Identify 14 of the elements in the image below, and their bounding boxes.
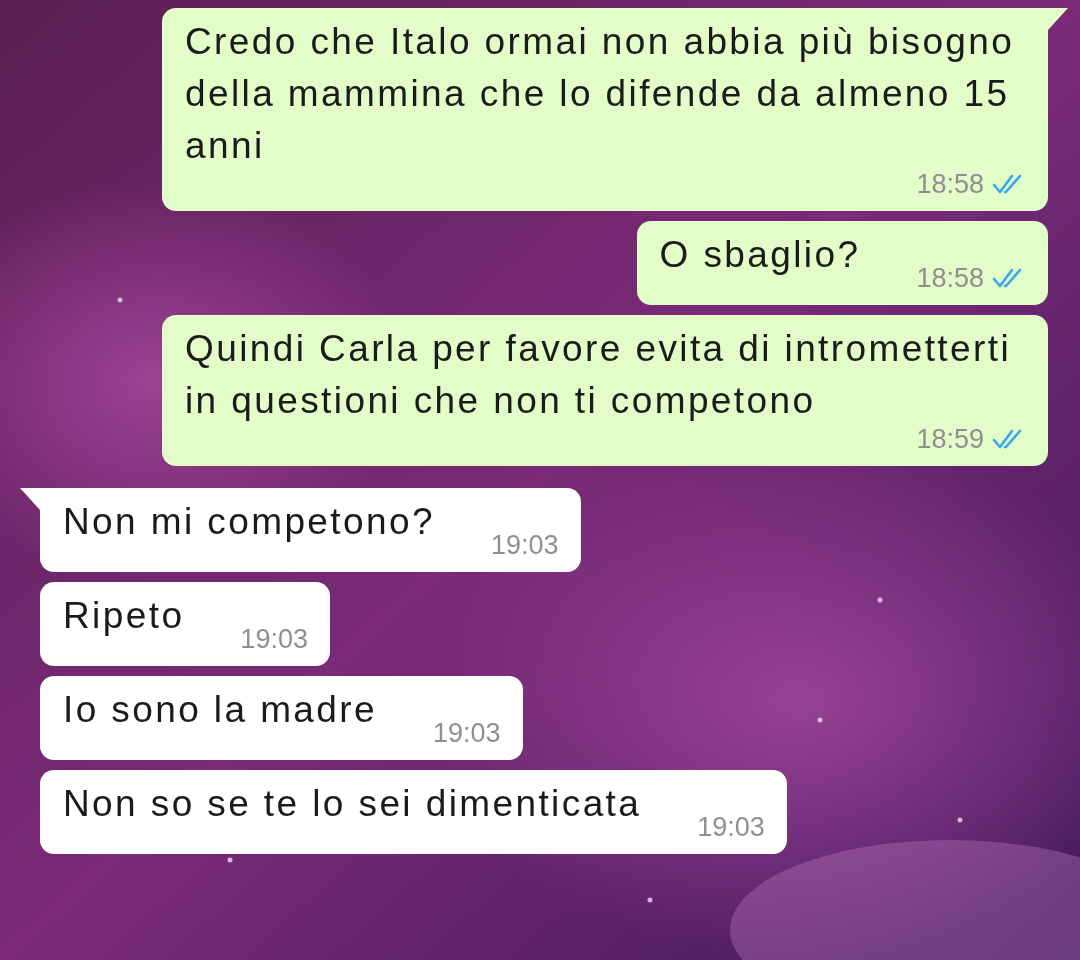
- message-time: 18:58: [916, 261, 984, 295]
- message-text: O sbaglio?: [659, 233, 861, 277]
- message-text: Non so se te lo sei dimenticata: [63, 782, 642, 826]
- message-text: Non mi competono?: [63, 500, 435, 544]
- message-time: 19:03: [697, 810, 765, 844]
- message-text: Credo che Italo ormai non abbia più bisogno della mammina che lo difende da almeno 15 anni: [185, 20, 1016, 168]
- message-time: 19:03: [433, 716, 501, 750]
- message-text: Ripeto: [63, 594, 185, 638]
- message-text: Quindi Carla per favore evita di intrometterti in questioni che non ti competono: [185, 327, 1013, 423]
- message-time: 18:59: [916, 422, 984, 456]
- message-time: 19:03: [240, 622, 308, 656]
- message-time: 18:58: [916, 167, 984, 201]
- message-time: 19:03: [490, 528, 559, 562]
- message-text: Io sono la madre: [63, 688, 377, 732]
